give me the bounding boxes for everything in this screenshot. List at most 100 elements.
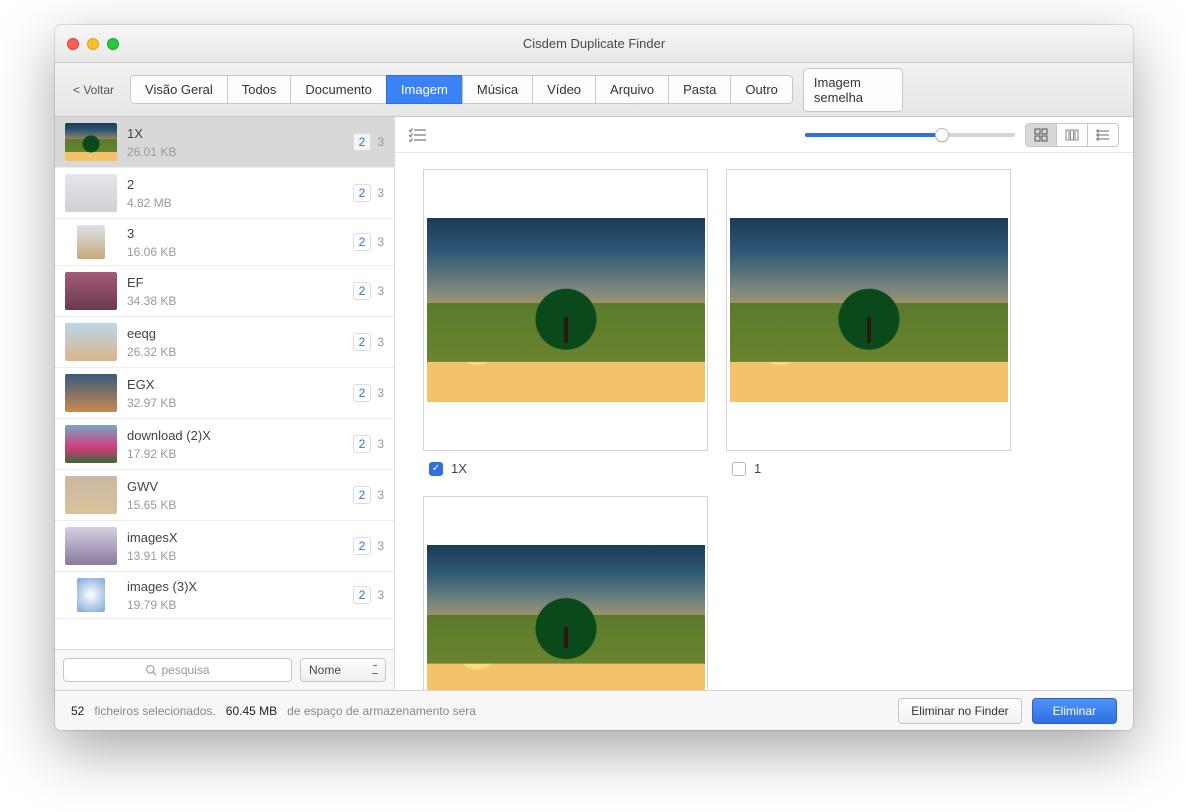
sidebar: 1X 26.01 KB 2 3 24.82 MB 23 316.06 KB (55, 117, 395, 690)
category-tabs: Visão Geral Todos Documento Imagem Músic… (130, 75, 793, 104)
list-item[interactable]: GWV15.65 KB 23 (55, 470, 394, 521)
selected-count: 2 (353, 384, 372, 402)
columns-icon (1065, 128, 1079, 142)
list-item[interactable]: 24.82 MB 23 (55, 168, 394, 219)
grid-icon (1034, 128, 1048, 142)
status-bar: 52 ficheiros selecionados. 60.45 MB de e… (55, 690, 1133, 730)
total-count: 3 (377, 235, 384, 249)
tab-archive[interactable]: Arquivo (595, 75, 668, 104)
tab-image[interactable]: Imagem (386, 75, 462, 104)
list-item-size: 16.06 KB (127, 245, 343, 259)
search-icon (145, 664, 157, 676)
grid-view-button[interactable] (1026, 124, 1057, 146)
card-image (427, 545, 705, 690)
list-item[interactable]: 1X 26.01 KB 2 3 (55, 117, 394, 168)
thumbnail (65, 527, 117, 565)
list-item[interactable]: images (3)X 19.79 KB 23 (55, 572, 394, 619)
thumbnail (65, 123, 117, 161)
list-item-size: 19.79 KB (127, 598, 343, 612)
window-title: Cisdem Duplicate Finder (55, 36, 1133, 51)
tab-similar-image[interactable]: Imagem semelha (803, 68, 903, 112)
tab-overview[interactable]: Visão Geral (130, 75, 227, 104)
list-item[interactable]: EF34.38 KB 23 (55, 266, 394, 317)
list-item-name: EF (127, 275, 343, 290)
total-count: 3 (377, 437, 384, 451)
total-count: 3 (377, 488, 384, 502)
tab-music[interactable]: Música (462, 75, 532, 104)
card-image (730, 218, 1008, 402)
card-checkbox[interactable] (429, 462, 443, 476)
thumbnail-size-slider[interactable] (805, 133, 1015, 137)
tab-folder[interactable]: Pasta (668, 75, 730, 104)
thumbnail (77, 578, 105, 612)
tab-document[interactable]: Documento (290, 75, 385, 104)
view-mode-segmented (1025, 123, 1119, 147)
thumbnail (65, 476, 117, 514)
tab-other[interactable]: Outro (730, 75, 793, 104)
list-item-name: 2 (127, 177, 343, 192)
selected-count: 2 (353, 586, 372, 604)
list-item[interactable]: eeqg26.32 KB 23 (55, 317, 394, 368)
list-item-size: 26.32 KB (127, 345, 343, 359)
duplicate-card[interactable]: 1 (726, 169, 1011, 476)
card-label: 1X (451, 461, 467, 476)
selected-count: 2 (353, 184, 372, 202)
list-item[interactable]: imagesX 13.91 KB 23 (55, 521, 394, 572)
total-count: 3 (377, 135, 384, 149)
thumbnail (65, 272, 117, 310)
slider-fill (805, 133, 942, 137)
list-item-size: 17.92 KB (127, 447, 343, 461)
duplicate-card[interactable] (423, 496, 708, 690)
duplicate-group-list[interactable]: 1X 26.01 KB 2 3 24.82 MB 23 316.06 KB (55, 117, 394, 649)
duplicate-card[interactable]: 1X (423, 169, 708, 476)
list-item[interactable]: EGX32.97 KB 23 (55, 368, 394, 419)
list-item-name: GWV (127, 479, 343, 494)
total-count: 3 (377, 335, 384, 349)
preview-grid[interactable]: 1X 1 (395, 153, 1133, 690)
status-file-count: 52 (71, 704, 84, 718)
list-item-name: download (2)X (127, 428, 343, 443)
selected-count: 2 (353, 486, 372, 504)
card-label-row: 1 (726, 461, 1011, 476)
list-item[interactable]: 316.06 KB 23 (55, 219, 394, 266)
slider-knob[interactable] (935, 128, 949, 142)
status-files-text: ficheiros selecionados. (94, 704, 215, 718)
list-item-text: 1X 26.01 KB (127, 126, 343, 159)
columns-view-button[interactable] (1057, 124, 1088, 146)
card-checkbox[interactable] (732, 462, 746, 476)
thumbnail (65, 374, 117, 412)
total-count: 3 (377, 588, 384, 602)
list-item-name: eeqg (127, 326, 343, 341)
list-item-name: imagesX (127, 530, 343, 545)
selected-count: 2 (353, 282, 372, 300)
list-item-size: 26.01 KB (127, 145, 343, 159)
status-space-text: de espaço de armazenamento sera (287, 704, 476, 718)
delete-button[interactable]: Eliminar (1032, 698, 1117, 724)
selected-count: 2 (353, 133, 372, 151)
list-item-name: 1X (127, 126, 343, 141)
list-item-name: images (3)X (127, 579, 343, 594)
list-item-counts: 2 3 (353, 133, 384, 151)
app-window: Cisdem Duplicate Finder < Voltar Visão G… (55, 25, 1133, 730)
thumbnail (65, 425, 117, 463)
list-view-button[interactable] (1088, 124, 1118, 146)
list-item-size: 4.82 MB (127, 196, 343, 210)
tab-all[interactable]: Todos (227, 75, 291, 104)
list-item-size: 13.91 KB (127, 549, 343, 563)
total-count: 3 (377, 539, 384, 553)
list-item[interactable]: download (2)X17.92 KB 23 (55, 419, 394, 470)
tab-video[interactable]: Vídeo (532, 75, 595, 104)
delete-in-finder-button[interactable]: Eliminar no Finder (898, 698, 1021, 724)
status-size: 60.45 MB (226, 704, 277, 718)
search-input[interactable]: pesquisa (63, 658, 292, 682)
list-icon (1096, 128, 1110, 142)
sidebar-footer: pesquisa Nome (55, 649, 394, 690)
total-count: 3 (377, 284, 384, 298)
back-button[interactable]: < Voltar (67, 79, 120, 101)
thumbnail (77, 225, 105, 259)
select-mode-button[interactable] (409, 128, 427, 142)
list-item-name: EGX (127, 377, 343, 392)
thumbnail (65, 323, 117, 361)
sort-select[interactable]: Nome (300, 658, 386, 682)
selected-count: 2 (353, 537, 372, 555)
